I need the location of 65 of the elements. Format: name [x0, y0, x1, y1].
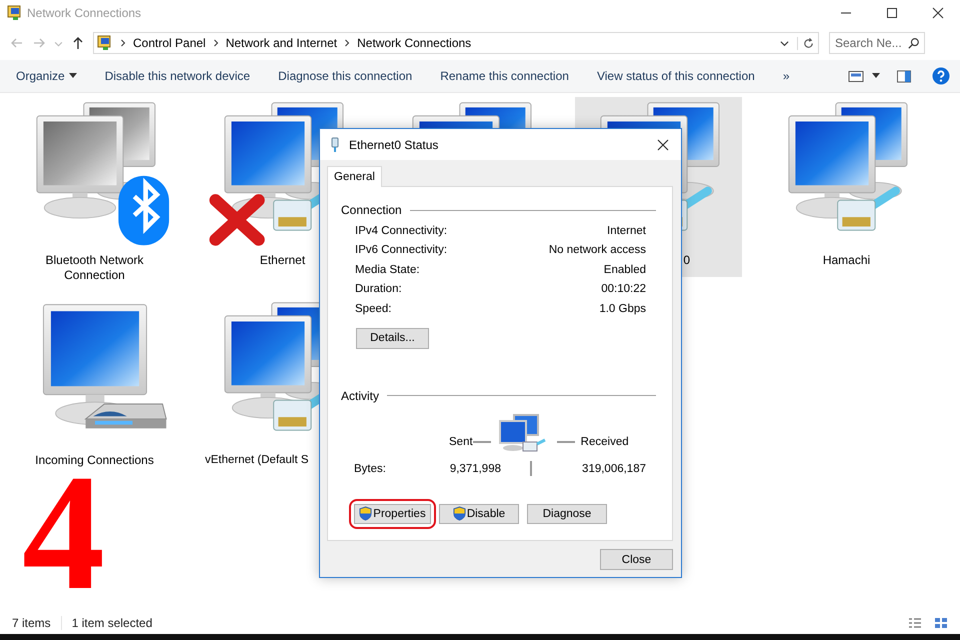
breadcrumb-item[interactable]: Network Connections	[357, 36, 472, 50]
window-title: Network Connections	[27, 6, 142, 20]
toolbar-button[interactable]: Rename this connection	[430, 65, 579, 87]
connection-label: vEthernet (Default S	[205, 453, 309, 468]
connection-tile[interactable]: Hamachi	[763, 97, 930, 277]
toolbar-button[interactable]: Diagnose this connection	[268, 65, 422, 87]
change-view-icon[interactable]	[848, 70, 864, 82]
control-panel-icon	[97, 35, 113, 51]
action-button[interactable]: Disable	[439, 504, 519, 524]
network-folder-icon	[7, 5, 23, 21]
caret-icon[interactable]	[872, 73, 880, 79]
dropdown-caret-icon[interactable]	[780, 38, 789, 48]
breadcrumb-item[interactable]: Network and Internet	[226, 36, 338, 50]
caret-icon	[68, 73, 77, 79]
section-heading: Connection	[341, 203, 402, 217]
connection-label: 0	[683, 253, 690, 268]
field-value: Internet	[607, 224, 646, 237]
large-icons-view-icon[interactable]	[934, 617, 948, 629]
chevron-icon	[212, 39, 220, 47]
field-label: Duration:	[355, 283, 402, 296]
maximize-icon[interactable]	[886, 7, 898, 19]
section-heading: Activity	[341, 388, 380, 402]
address-bar[interactable]: Control Panel Network and Internet Network Connections	[93, 32, 819, 54]
sent-label: Sent	[449, 436, 473, 448]
sent-bytes: 9,371,998	[448, 462, 501, 474]
more-commands-button[interactable]: »	[772, 65, 800, 87]
chevron-icon	[343, 39, 352, 47]
details-view-icon[interactable]	[908, 617, 922, 629]
field-label: Media State:	[355, 264, 420, 276]
connection-label: Ethernet	[258, 253, 306, 268]
toolbar-button[interactable]: View status of this connection	[586, 65, 765, 87]
action-button[interactable]: Diagnose	[527, 504, 607, 524]
field-value: 1.0 Gbps	[599, 302, 646, 315]
field-label: IPv6 Connectivity:	[355, 244, 448, 256]
help-icon[interactable]	[932, 67, 950, 85]
breadcrumb-item[interactable]: Control Panel	[133, 36, 206, 50]
network-computers-icon	[496, 412, 547, 454]
tab[interactable]: General	[327, 166, 382, 187]
close-icon[interactable]	[932, 7, 944, 19]
up-arrow-icon[interactable]	[71, 36, 85, 50]
ethernet-icon	[330, 136, 340, 152]
connection-label: Incoming Connections	[34, 453, 155, 468]
item-count: 7 items	[12, 616, 51, 630]
received-label: Received	[580, 436, 629, 448]
search-icon	[908, 37, 920, 49]
bytes-label: Bytes:	[354, 462, 387, 474]
action-button[interactable]: Properties	[354, 504, 431, 524]
field-value: No network access	[548, 244, 646, 256]
refresh-icon[interactable]	[797, 36, 815, 50]
chevron-icon	[119, 39, 127, 47]
field-label: Speed:	[355, 302, 392, 315]
received-bytes: 319,006,187	[581, 462, 646, 474]
organize-menu[interactable]: Organize	[6, 65, 87, 87]
toolbar-button[interactable]: Disable this network device	[94, 65, 260, 87]
field-value: Enabled	[604, 264, 646, 276]
field-value: 00:10:22	[601, 283, 646, 296]
field-label: IPv4 Connectivity:	[355, 224, 448, 237]
close-button[interactable]: Close	[600, 549, 673, 570]
close-icon[interactable]	[657, 138, 669, 150]
selection-count: 1 item selected	[60, 616, 152, 630]
details-button[interactable]: Details...	[356, 328, 429, 348]
connection-label: Hamachi	[822, 253, 872, 268]
dialog-title: Ethernet0 Status	[349, 138, 438, 152]
search-field[interactable]: Search Ne...	[829, 32, 925, 54]
preview-pane-icon[interactable]	[896, 70, 912, 82]
